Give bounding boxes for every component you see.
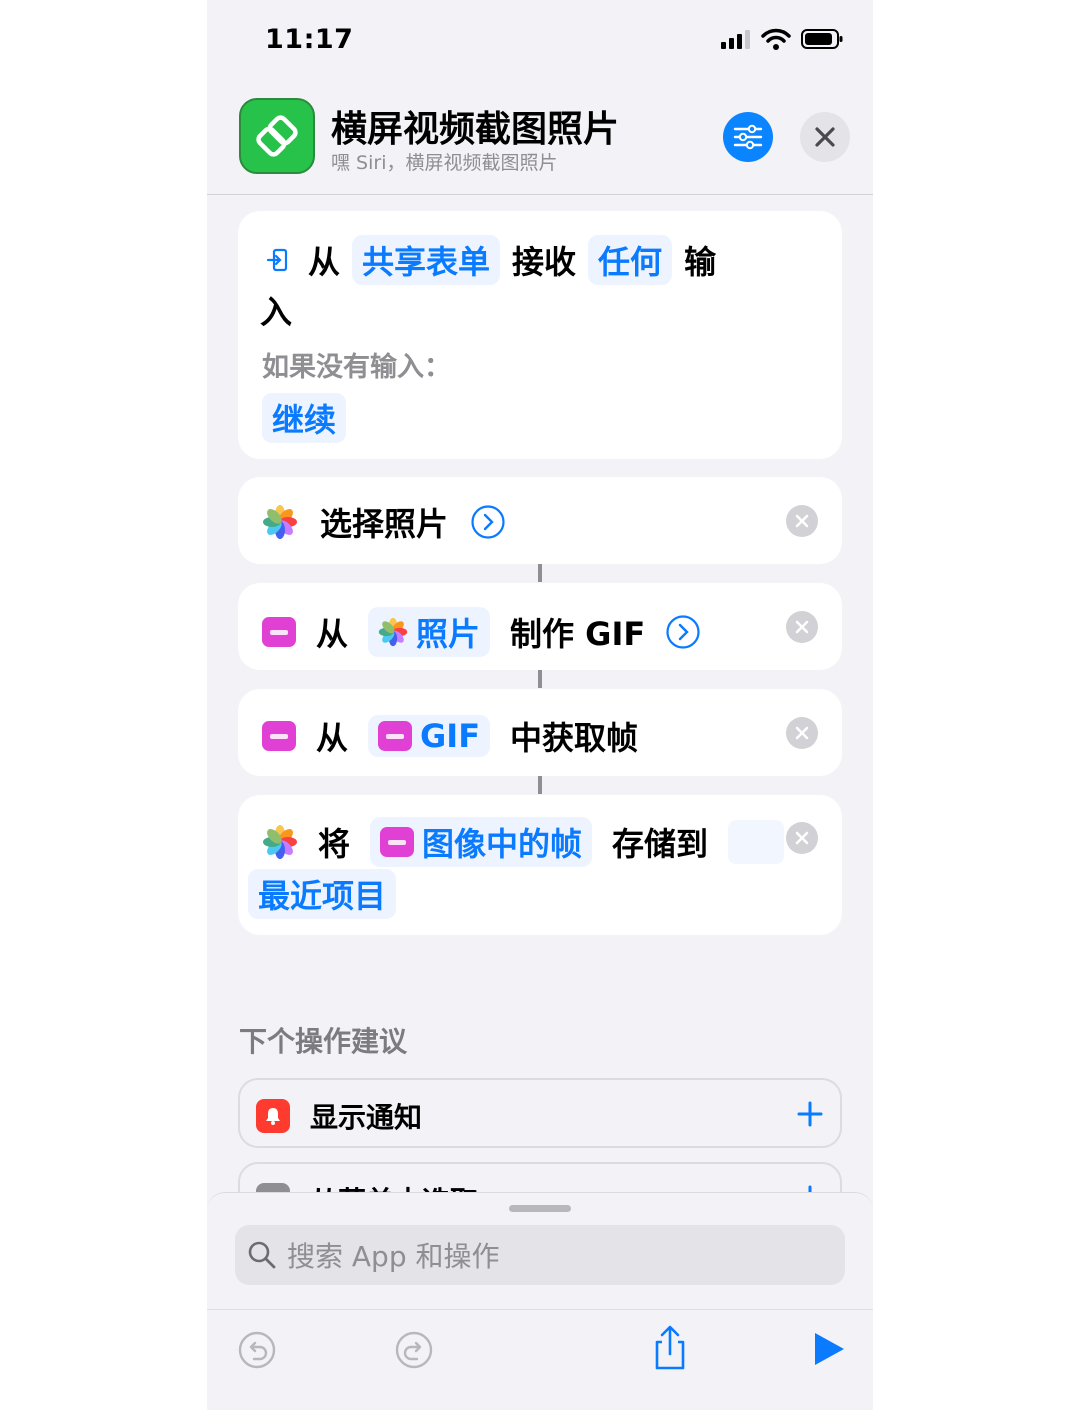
photos-icon xyxy=(263,505,297,539)
input-icon xyxy=(266,248,288,272)
close-icon xyxy=(795,831,809,845)
shortcut-header: 横屏视频截图照片 嘿 Siri，横屏视频截图照片 xyxy=(207,88,873,195)
gif-icon xyxy=(262,617,296,647)
action-get-frames[interactable]: 从 GIF 中获取帧 xyxy=(238,689,842,776)
wifi-icon xyxy=(761,28,791,50)
play-icon[interactable] xyxy=(811,1330,847,1368)
close-button[interactable] xyxy=(800,112,850,162)
sheet-grabber[interactable] xyxy=(509,1205,571,1212)
make-gif-source-token[interactable]: 照片 xyxy=(368,607,491,657)
action-connector xyxy=(538,776,542,794)
photos-icon xyxy=(378,617,408,647)
close-icon xyxy=(815,127,835,147)
close-icon xyxy=(795,726,809,740)
remove-action-button[interactable] xyxy=(786,611,818,643)
photos-icon xyxy=(263,825,297,859)
shortcut-app-icon[interactable] xyxy=(239,98,315,174)
remove-action-button[interactable] xyxy=(786,822,818,854)
make-gif-from-text: 从 xyxy=(316,615,349,653)
suggestion-label: 显示通知 xyxy=(310,1101,423,1134)
save-album-token[interactable]: 最近项目 xyxy=(248,869,397,919)
shortcut-subtitle: 嘿 Siri，横屏视频截图照片 xyxy=(331,152,558,174)
receive-type-token[interactable]: 任何 xyxy=(588,235,673,285)
phone-screen: 11:17 横屏视频截图照片 嘿 Siri，横屏视频截图照片 从 共享表单 接收… xyxy=(207,0,873,1410)
action-search-sheet: 搜索 App 和操作 xyxy=(207,1192,873,1410)
receive-input-text-wrap: 入 xyxy=(260,293,293,331)
undo-icon[interactable] xyxy=(237,1330,277,1370)
make-gif-label: 制作 GIF xyxy=(510,615,646,653)
close-icon xyxy=(795,620,809,634)
action-connector xyxy=(538,670,542,688)
continue-token[interactable]: 继续 xyxy=(262,393,347,443)
redo-icon[interactable] xyxy=(394,1330,434,1370)
search-field[interactable]: 搜索 App 和操作 xyxy=(235,1225,845,1285)
suggestions-title: 下个操作建议 xyxy=(239,1025,408,1058)
settings-button[interactable] xyxy=(723,112,773,162)
plus-icon[interactable] xyxy=(796,1100,824,1128)
make-gif-source-label: 照片 xyxy=(416,615,481,653)
select-photos-label: 选择照片 xyxy=(320,505,449,543)
gif-icon xyxy=(380,827,415,857)
save-source-token[interactable]: 图像中的帧 xyxy=(370,817,593,867)
signal-icon xyxy=(721,30,750,49)
album-token-overflow xyxy=(728,820,785,864)
shortcut-title[interactable]: 横屏视频截图照片 xyxy=(331,100,619,152)
action-receive-input[interactable]: 从 共享表单 接收 任何 输 入 如果没有输入： 继续 xyxy=(238,211,842,459)
receive-input-text: 输 xyxy=(684,243,717,281)
gif-icon xyxy=(378,721,413,751)
close-icon xyxy=(795,514,809,528)
status-time: 11:17 xyxy=(265,24,354,55)
status-icons xyxy=(721,28,843,50)
save-will-text: 将 xyxy=(318,825,351,863)
search-placeholder: 搜索 App 和操作 xyxy=(287,1240,500,1273)
action-select-photos[interactable]: 选择照片 xyxy=(238,477,842,564)
status-bar: 11:17 xyxy=(207,0,873,88)
gif-icon xyxy=(262,721,296,751)
receive-verb-text: 接收 xyxy=(512,243,577,281)
notification-icon xyxy=(256,1099,290,1133)
if-no-input-label: 如果没有输入： xyxy=(262,352,451,383)
remove-action-button[interactable] xyxy=(786,505,818,537)
get-frames-from-text: 从 xyxy=(316,719,349,757)
action-make-gif[interactable]: 从 照片 制作 GIF xyxy=(238,583,842,670)
chevron-right-circle-icon[interactable] xyxy=(665,614,701,650)
get-frames-label: 中获取帧 xyxy=(510,719,639,757)
get-frames-source-label: GIF xyxy=(420,717,481,755)
suggestion-show-notification[interactable]: 显示通知 xyxy=(238,1078,842,1148)
receive-source-token[interactable]: 共享表单 xyxy=(352,235,501,285)
chevron-right-circle-icon[interactable] xyxy=(470,504,506,540)
action-save-to-album[interactable]: 将 图像中的帧 存储到 最近项目 xyxy=(238,795,842,935)
search-icon xyxy=(248,1241,276,1269)
battery-icon xyxy=(801,29,843,49)
save-source-label: 图像中的帧 xyxy=(422,825,583,863)
receive-from-text: 从 xyxy=(308,243,341,281)
shortcuts-icon xyxy=(256,115,298,157)
save-label: 存储到 xyxy=(612,825,709,863)
remove-action-button[interactable] xyxy=(786,717,818,749)
sliders-icon xyxy=(733,124,763,150)
share-icon[interactable] xyxy=(650,1324,690,1372)
get-frames-source-token[interactable]: GIF xyxy=(368,715,491,757)
bottom-toolbar xyxy=(207,1309,873,1410)
action-connector xyxy=(538,564,542,582)
